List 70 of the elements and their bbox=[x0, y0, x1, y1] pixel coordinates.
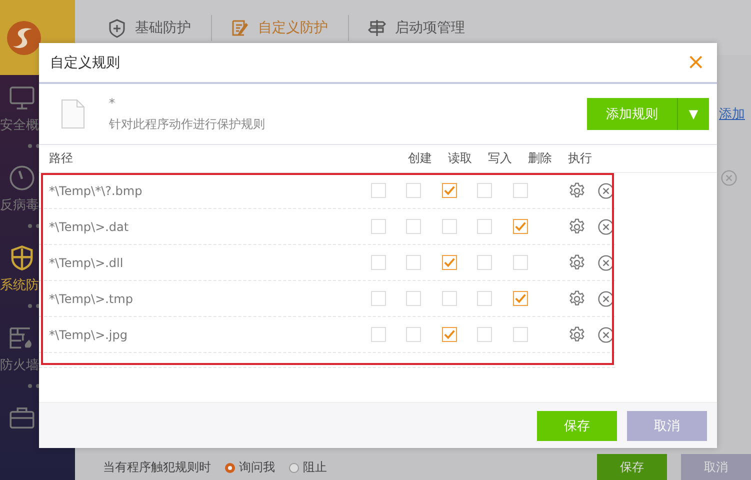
checkbox[interactable] bbox=[477, 183, 492, 198]
checkbox[interactable] bbox=[512, 183, 528, 198]
column-header: 创建 bbox=[407, 150, 433, 167]
column-header: 读取 bbox=[447, 150, 473, 167]
dropdown-button[interactable]: ▼ bbox=[677, 98, 709, 130]
column-header: 删除 bbox=[527, 150, 553, 167]
checkbox[interactable] bbox=[370, 327, 386, 342]
settings-icon[interactable] bbox=[568, 254, 586, 272]
checkbox[interactable] bbox=[512, 327, 528, 342]
close-button[interactable]: × bbox=[684, 52, 707, 74]
column-header: 路径 bbox=[48, 150, 74, 167]
tab[interactable]: 启动项管理 bbox=[357, 18, 485, 38]
checkbox[interactable] bbox=[477, 327, 492, 342]
delete-icon[interactable] bbox=[597, 182, 615, 200]
rule-trigger-label: 当有程序触犯规则时 bbox=[103, 459, 211, 476]
radio-option[interactable]: 询问我 bbox=[225, 459, 275, 480]
background-button[interactable]: 保存 bbox=[597, 454, 667, 480]
checkbox[interactable] bbox=[370, 291, 386, 306]
delete-icon[interactable] bbox=[597, 218, 615, 236]
checkbox[interactable] bbox=[406, 219, 422, 234]
settings-icon[interactable] bbox=[568, 326, 586, 344]
delete-icon[interactable] bbox=[597, 290, 615, 308]
signpost-icon bbox=[367, 18, 387, 38]
edit-icon bbox=[230, 18, 250, 38]
file-icon bbox=[61, 99, 85, 129]
checkbox[interactable] bbox=[442, 291, 457, 306]
checkbox[interactable] bbox=[406, 291, 422, 306]
column-header: 写入 bbox=[487, 150, 513, 167]
settings-icon[interactable] bbox=[568, 290, 586, 308]
checkbox[interactable] bbox=[442, 219, 457, 234]
checkbox[interactable] bbox=[512, 291, 528, 306]
shield-plus-icon bbox=[107, 18, 127, 38]
checkbox[interactable] bbox=[370, 219, 386, 234]
checkbox[interactable] bbox=[370, 255, 386, 270]
radio-option[interactable]: 阻止 bbox=[289, 459, 327, 480]
checkbox[interactable] bbox=[512, 255, 528, 270]
tab[interactable]: 自定义防护 bbox=[220, 18, 348, 38]
dialog-title: 自定义规则 bbox=[50, 54, 120, 72]
program-description: 针对此程序动作进行保护规则 bbox=[109, 116, 265, 132]
path-cell-text: *\Temp\*\?.bmp bbox=[48, 184, 144, 198]
save-button[interactable]: 保存 bbox=[537, 410, 617, 440]
gauge-icon bbox=[8, 164, 36, 192]
add-rule-link[interactable]: 添加 bbox=[719, 105, 745, 123]
checkbox[interactable] bbox=[370, 183, 386, 198]
settings-icon[interactable] bbox=[568, 182, 586, 200]
checkbox[interactable] bbox=[442, 183, 457, 198]
path-cell-text: *\Temp\>.tmp bbox=[48, 292, 134, 306]
checkbox[interactable] bbox=[477, 219, 492, 234]
checkbox[interactable] bbox=[477, 255, 492, 270]
add-rule-button[interactable]: 添加规则 bbox=[587, 98, 677, 130]
checkbox[interactable] bbox=[442, 255, 457, 270]
checkbox[interactable] bbox=[477, 291, 492, 306]
checkbox[interactable] bbox=[406, 327, 422, 342]
delete-icon[interactable] bbox=[597, 254, 615, 272]
path-cell-text: *\Temp\>.jpg bbox=[48, 328, 129, 342]
checkbox[interactable] bbox=[512, 219, 528, 234]
column-header: 执行 bbox=[567, 150, 593, 167]
path-cell-text: *\Temp\>.dll bbox=[48, 256, 124, 270]
tab[interactable]: 基础防护 bbox=[97, 18, 211, 38]
background-button[interactable]: 取消 bbox=[681, 454, 751, 480]
program-name: * bbox=[109, 96, 116, 110]
path-cell-text: *\Temp\>.dat bbox=[48, 220, 130, 234]
checkbox[interactable] bbox=[442, 327, 457, 342]
monitor-icon bbox=[8, 84, 36, 112]
delete-icon[interactable] bbox=[597, 326, 615, 344]
checkbox[interactable] bbox=[406, 255, 422, 270]
settings-icon[interactable] bbox=[568, 218, 586, 236]
checkbox[interactable] bbox=[406, 183, 422, 198]
sidebar-item[interactable]: 安全概 bbox=[0, 75, 75, 137]
cancel-button[interactable]: 取消 bbox=[627, 410, 707, 440]
